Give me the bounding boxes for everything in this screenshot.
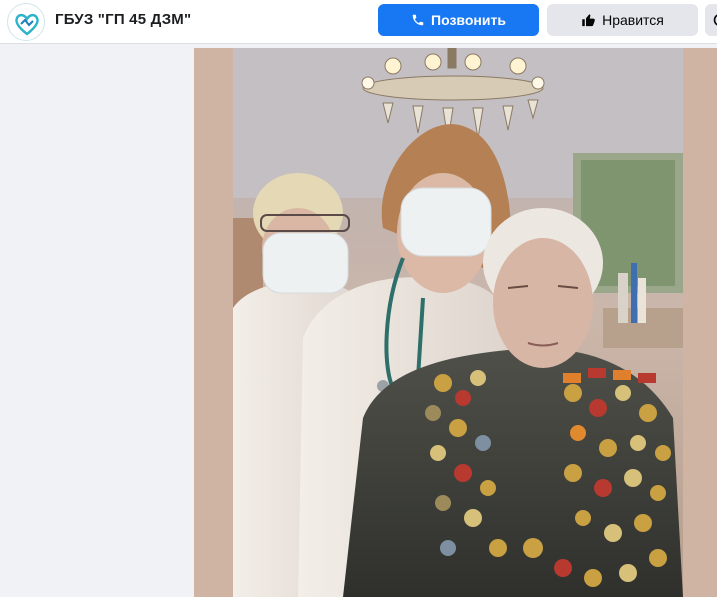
page-title[interactable]: ГБУЗ "ГП 45 ДЗМ" <box>55 11 191 28</box>
top-bar: · · · · · ГБУЗ "ГП 45 ДЗМ" Позвонить Нра… <box>0 0 717 44</box>
like-button[interactable]: Нравится <box>547 4 698 36</box>
phone-icon <box>412 14 424 26</box>
like-button-label: Нравится <box>602 12 664 28</box>
svg-text:· · · · ·: · · · · · <box>23 9 31 13</box>
photo-medics-with-veteran-icon <box>233 48 683 597</box>
call-button-label: Позвонить <box>431 12 506 28</box>
post-photo[interactable] <box>233 48 683 597</box>
clinic-logo-icon[interactable]: · · · · · <box>7 3 45 41</box>
call-button[interactable]: Позвонить <box>378 4 539 36</box>
thumbs-up-icon <box>582 13 595 26</box>
post-photo-frame[interactable] <box>194 48 717 597</box>
more-button[interactable] <box>705 4 717 36</box>
more-icon <box>713 14 717 26</box>
